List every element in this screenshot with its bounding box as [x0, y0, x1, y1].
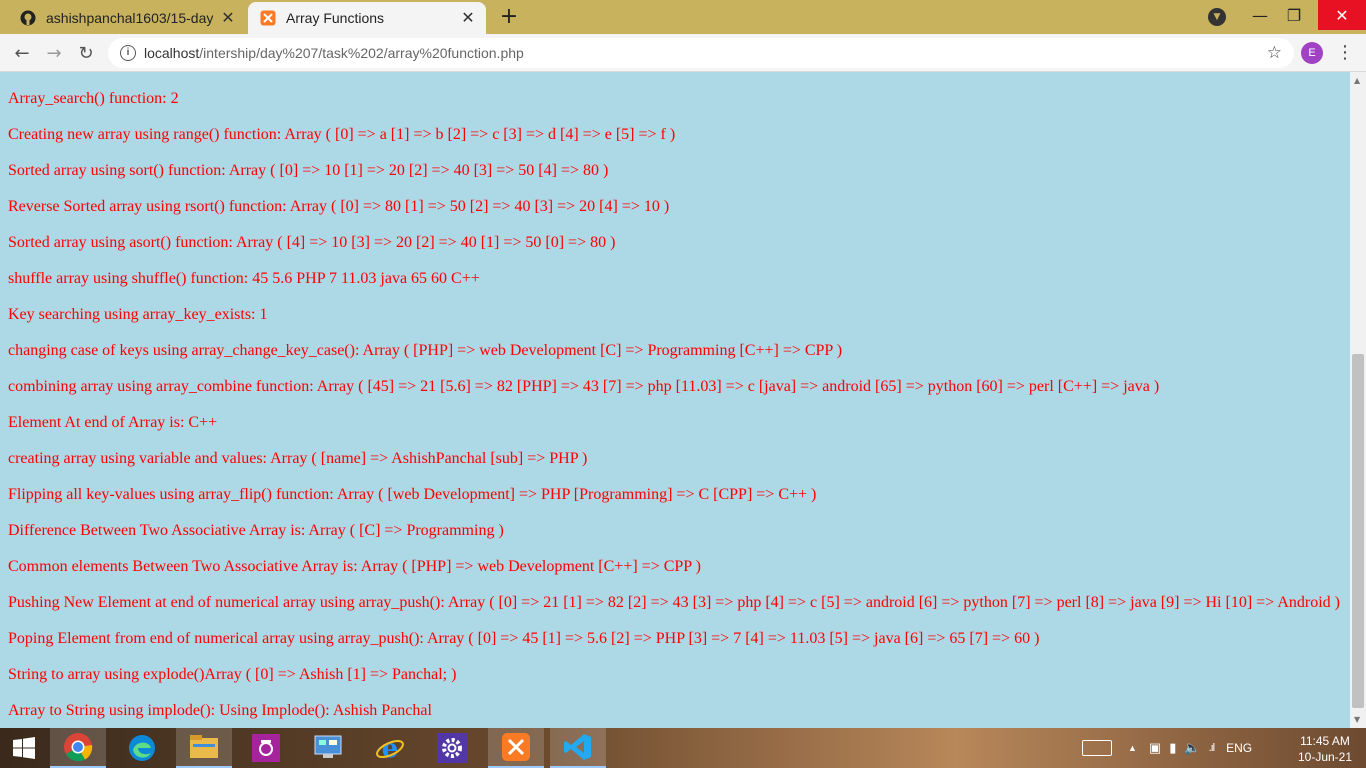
close-icon[interactable]: ✕ [458, 8, 478, 28]
output-line: Difference Between Two Associative Array… [8, 522, 504, 539]
svg-text:e: e [382, 734, 399, 763]
network-icon[interactable]: ▣ [1149, 740, 1161, 756]
clock[interactable]: 11:45 AM 10-Jun-21 [1290, 733, 1360, 765]
output-line: Sorted array using asort() function: Arr… [8, 234, 616, 251]
output-line: Key searching using array_key_exists: 1 [8, 306, 268, 323]
system-tray: ▲ ▣ ▮ 🔈 .ıl ENG [1082, 728, 1252, 768]
close-window-button[interactable]: ✕ [1318, 0, 1366, 30]
output-line: changing case of keys using array_change… [8, 342, 843, 359]
tab-array-functions[interactable]: Array Functions ✕ [248, 2, 486, 34]
camera-icon[interactable] [238, 728, 294, 768]
signal-icon[interactable]: .ıl [1209, 742, 1215, 754]
url-host: localhost [144, 45, 200, 61]
output-line: Array_search() function: 2 [8, 90, 179, 107]
vscode-icon[interactable] [550, 728, 606, 768]
kebab-menu-icon[interactable]: ⋮ [1336, 42, 1354, 64]
scroll-up-icon[interactable]: ▲ [1354, 76, 1360, 85]
forward-arrow-icon[interactable]: → [42, 41, 66, 65]
taskbar: e ▲ ▣ ▮ 🔈 .ıl ENG 11:45 AM 10-Jun-21 [0, 728, 1366, 768]
new-tab-button[interactable]: + [496, 6, 522, 28]
clock-date: 10-Jun-21 [1297, 750, 1353, 764]
tab-title: Array Functions [286, 10, 385, 26]
output-line: Flipping all key-values using array_flip… [8, 486, 817, 503]
xampp-icon [260, 10, 276, 26]
output-line: creating array using variable and values… [8, 450, 588, 467]
tab-strip: ashishpanchal1603/15-day ✕ Array Functio… [0, 0, 1366, 34]
file-explorer-icon[interactable] [176, 728, 232, 768]
output-line: combining array using array_combine func… [8, 378, 1160, 395]
output-line: Creating new array using range() functio… [8, 126, 676, 143]
scroll-thumb[interactable] [1352, 354, 1364, 708]
keyboard-icon[interactable] [1082, 740, 1112, 756]
avatar[interactable]: E [1301, 42, 1323, 64]
bookmark-star-icon[interactable]: ☆ [1267, 43, 1282, 63]
output-line: Element At end of Array is: C++ [8, 414, 218, 431]
back-arrow-icon[interactable]: ← [10, 41, 34, 65]
output-line: shuffle array using shuffle() function: … [8, 270, 480, 287]
xampp-icon[interactable] [488, 728, 544, 768]
settings-icon[interactable] [424, 728, 480, 768]
page-content: Array_search() function: 2 Creating new a… [0, 72, 1350, 728]
output-line: Common elements Between Two Associative … [8, 558, 701, 575]
output-line: Sorted array using sort() function: Arra… [8, 162, 609, 179]
browser-toolbar: ← → ↻ i localhost/intership/day%207/task… [0, 34, 1366, 72]
chevron-up-icon[interactable]: ▲ [1128, 743, 1137, 753]
output-line: Reverse Sorted array using rsort() funct… [8, 198, 670, 215]
internet-explorer-icon[interactable]: e [362, 728, 418, 768]
close-icon[interactable]: ✕ [218, 8, 238, 28]
output-line: Pushing New Element at end of numerical … [8, 594, 1340, 611]
address-bar[interactable]: i localhost/intership/day%207/task%202/a… [108, 38, 1294, 68]
output-line: Array to String using implode(): Using I… [8, 702, 432, 719]
url-path: /intership/day%207/task%202/array%20func… [199, 45, 524, 61]
output-line: String to array using explode()Array ( [… [8, 666, 457, 683]
edge-icon[interactable] [114, 728, 170, 768]
info-icon[interactable]: i [120, 45, 136, 61]
language-indicator[interactable]: ENG [1226, 741, 1252, 755]
output-line: Poping Element from end of numerical arr… [8, 630, 1040, 647]
tab-github[interactable]: ashishpanchal1603/15-day ✕ [8, 2, 246, 34]
battery-icon[interactable]: ▮ [1169, 740, 1176, 756]
vertical-scrollbar[interactable]: ▲ ▼ [1350, 72, 1366, 728]
maximize-button[interactable]: ❐ [1274, 0, 1314, 30]
control-panel-icon[interactable] [300, 728, 356, 768]
reload-icon[interactable]: ↻ [74, 41, 98, 65]
scroll-down-icon[interactable]: ▼ [1354, 715, 1360, 724]
windows-start-icon[interactable] [0, 728, 48, 768]
volume-icon[interactable]: 🔈 [1184, 740, 1200, 756]
clock-time: 11:45 AM [1300, 734, 1350, 748]
tab-title: ashishpanchal1603/15-day [46, 10, 214, 26]
chrome-icon[interactable] [50, 728, 106, 768]
github-icon [20, 10, 36, 26]
chevron-down-icon[interactable]: ▼ [1208, 8, 1226, 26]
